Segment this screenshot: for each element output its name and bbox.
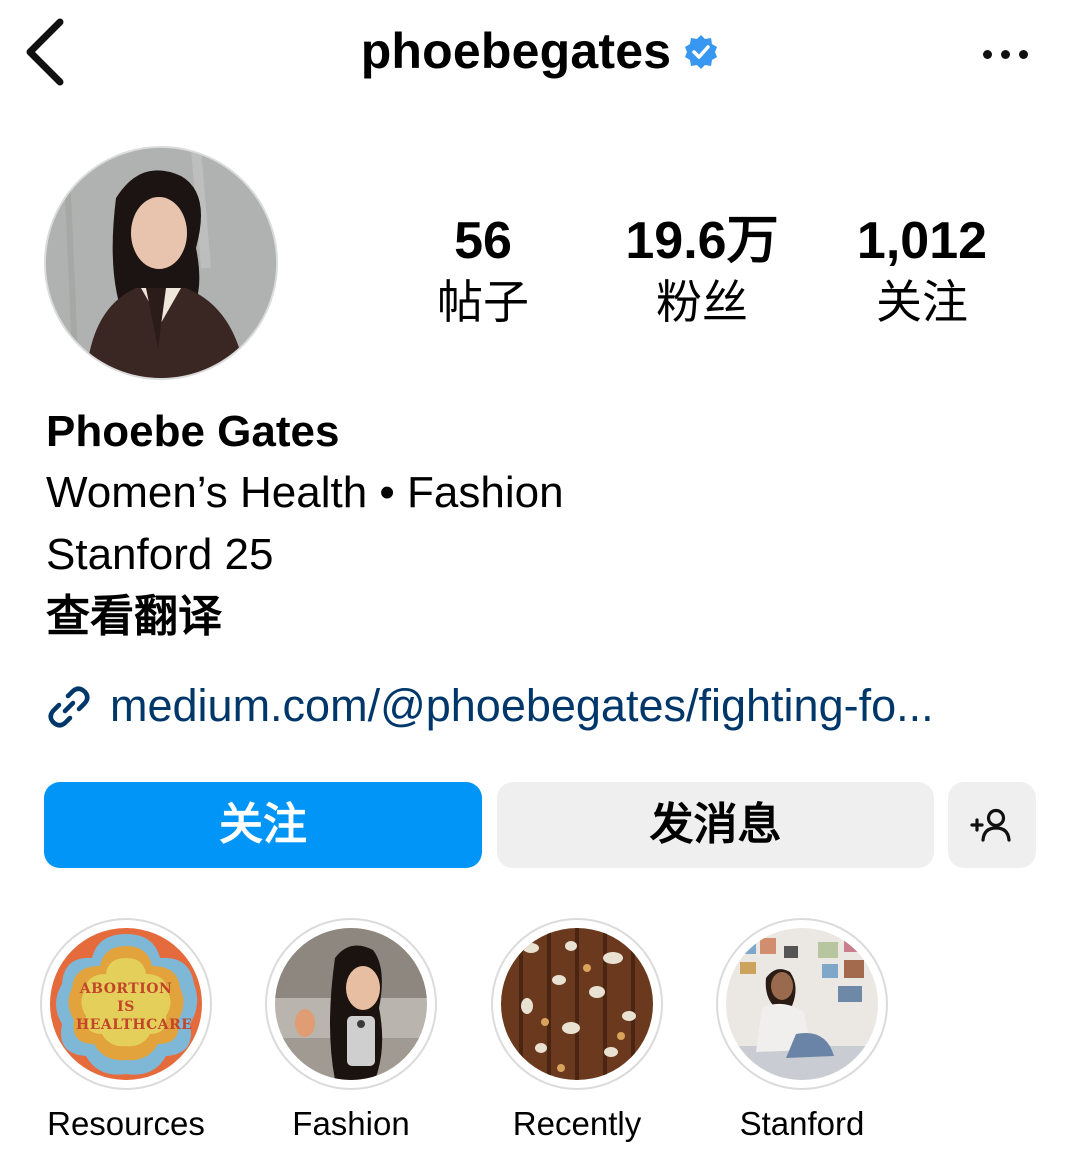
stat-posts[interactable]: 56 帖子 (383, 210, 583, 330)
highlight-cover (491, 918, 663, 1090)
followers-label: 粉丝 (656, 275, 748, 329)
top-nav-bar: phoebegates (0, 0, 1080, 110)
highlight-fashion[interactable]: Fashion (263, 918, 439, 1144)
posts-count: 56 (454, 212, 512, 270)
follow-button[interactable]: 关注 (44, 782, 482, 868)
highlight-image (501, 928, 653, 1080)
display-name: Phoebe Gates (46, 407, 340, 456)
link-text: medium.com/@phoebegates/fighting-fo... (110, 680, 934, 731)
following-label: 关注 (876, 275, 968, 329)
highlight-cover-text: ABORTION IS HEALTHCARE (76, 981, 193, 1033)
posts-label: 帖子 (437, 275, 529, 329)
highlight-stanford[interactable]: Stanford (714, 918, 890, 1144)
highlight-label: Fashion (292, 1105, 410, 1142)
highlight-cover (716, 918, 888, 1090)
add-person-icon (970, 808, 1011, 842)
profile-avatar[interactable] (44, 146, 278, 380)
link-icon (48, 686, 90, 728)
username-title: phoebegates (360, 23, 672, 79)
highlight-label: Stanford (739, 1105, 865, 1142)
followers-count: 19.6万 (625, 212, 779, 270)
highlight-label: Resources (47, 1105, 205, 1142)
verified-badge-icon (685, 35, 718, 69)
more-options-button[interactable] (975, 36, 1035, 76)
highlight-image (726, 928, 878, 1080)
see-translation-link[interactable]: 查看翻译 (46, 586, 1046, 648)
stat-followers[interactable]: 19.6万 粉丝 (602, 210, 802, 330)
suggest-people-button[interactable] (948, 782, 1036, 868)
username-header: phoebegates (0, 22, 1080, 80)
bio-line: Women’s Health • Fashion (46, 468, 564, 517)
highlight-cover (265, 918, 437, 1090)
avatar-image (46, 148, 276, 378)
profile-link[interactable]: medium.com/@phoebegates/fighting-fo... (44, 676, 1044, 736)
following-count: 1,012 (856, 212, 988, 270)
highlight-image (275, 928, 427, 1080)
highlight-cover: ABORTION IS HEALTHCARE (40, 918, 212, 1090)
highlight-recently[interactable]: Recently (489, 918, 665, 1144)
stat-following[interactable]: 1,012 关注 (822, 210, 1022, 330)
profile-bio: Phoebe Gates Women’s Health • Fashion St… (46, 402, 1046, 648)
bio-line: Stanford 25 (46, 530, 274, 579)
highlight-label: Recently (512, 1105, 642, 1142)
highlight-resources[interactable]: ABORTION IS HEALTHCARE Resources (38, 918, 214, 1144)
message-button[interactable]: 发消息 (497, 782, 934, 868)
